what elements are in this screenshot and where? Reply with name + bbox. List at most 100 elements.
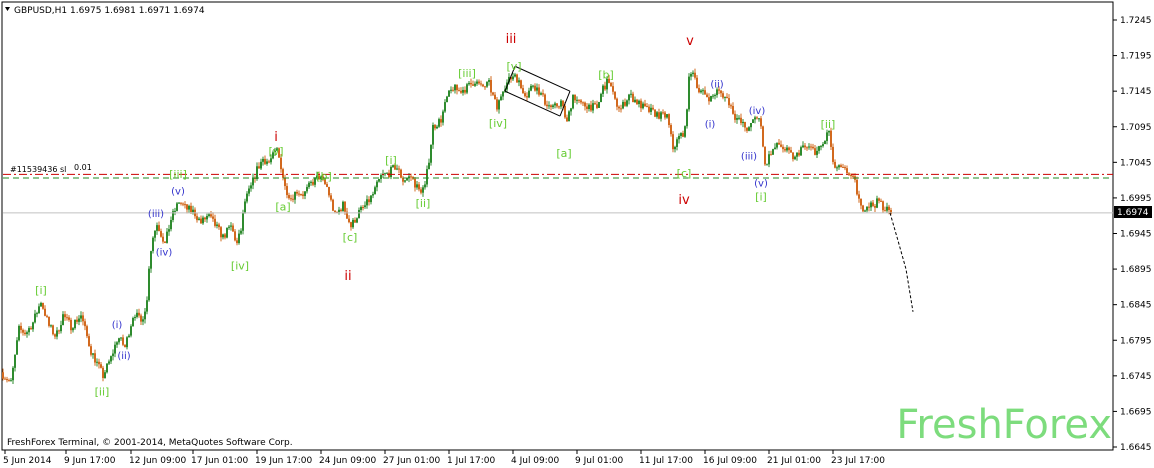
candle-body [134, 316, 136, 318]
candle-body [714, 95, 716, 97]
candle-body [862, 205, 864, 212]
candle-body [446, 96, 448, 103]
watermark-logo: FreshForex [896, 402, 1112, 448]
candle-body [712, 95, 714, 97]
candle-body [694, 72, 696, 78]
candle-body [690, 73, 692, 77]
candle-body [432, 124, 434, 145]
candle-body [36, 313, 38, 315]
candle-body [90, 346, 92, 355]
candle-body [154, 230, 156, 238]
candle-body [444, 102, 446, 112]
candle-body [146, 300, 148, 312]
candle-body [308, 182, 310, 188]
candle-body [594, 103, 596, 105]
candle-body [8, 380, 10, 382]
candle-body [116, 342, 118, 345]
candle-body [228, 226, 230, 228]
y-tick-label: 1.6695 [1120, 407, 1152, 417]
y-tick-label: 1.6845 [1120, 301, 1152, 311]
candle-body [6, 379, 8, 381]
wave-label: [iv] [231, 259, 249, 272]
candle-body [750, 122, 752, 128]
candle-body [576, 99, 578, 101]
candle-body [162, 236, 164, 242]
candle-body [338, 209, 340, 213]
candle-body [628, 94, 630, 101]
wave-label: [i] [755, 190, 767, 203]
candle-body [756, 117, 758, 119]
candle-body [334, 210, 336, 212]
candle-body [442, 111, 444, 123]
candle-body [786, 147, 788, 151]
candle-body [500, 96, 502, 101]
candle-body [76, 319, 78, 322]
candle-body [842, 166, 844, 168]
candle-body [778, 142, 780, 145]
candle-body [858, 194, 860, 199]
candle-body [618, 106, 620, 109]
candle-body [792, 152, 794, 160]
candle-body [708, 97, 710, 102]
x-tick-label: 23 Jul 17:00 [831, 456, 885, 466]
candle-body [52, 325, 54, 335]
candle-body [844, 167, 846, 169]
candle-body [788, 147, 790, 151]
candle-body [590, 104, 592, 111]
candle-body [840, 165, 842, 167]
y-tick-label: 1.6945 [1120, 230, 1152, 240]
candle-body [798, 152, 800, 156]
candle-body [474, 83, 476, 86]
price-chart[interactable]: [i][ii](i)(ii)(iii)(iv)[iii](v)[iv]i[v][… [0, 0, 1154, 468]
candle-body [484, 86, 486, 88]
candle-body [768, 154, 770, 165]
candle-body [664, 112, 666, 118]
y-tick-label: 1.7145 [1120, 87, 1152, 97]
candle-body [824, 140, 826, 145]
wave-label: (v) [171, 186, 185, 197]
candle-body [426, 169, 428, 185]
candle-body [106, 363, 108, 373]
candle-body [536, 87, 538, 91]
candle-body [830, 130, 832, 147]
wave-label: (iv) [156, 248, 173, 259]
candle-body [108, 361, 110, 364]
candle-body [438, 119, 440, 127]
candle-body [330, 195, 332, 200]
candle-body [582, 102, 584, 104]
candle-body [258, 166, 260, 169]
candle-body [210, 214, 212, 217]
candle-body [220, 227, 222, 238]
wave-label: [v] [506, 60, 521, 73]
candle-body [702, 90, 704, 92]
candle-body [436, 126, 438, 129]
candle-body [570, 108, 572, 112]
candle-body [56, 330, 58, 337]
candle-body [214, 218, 216, 226]
candle-body [246, 193, 248, 202]
candle-body [230, 225, 232, 227]
candle-body [734, 113, 736, 120]
candle-body [742, 121, 744, 124]
candle-body [372, 194, 374, 196]
candle-body [98, 361, 100, 365]
candle-body [196, 216, 198, 221]
candle-body [352, 219, 354, 228]
candle-body [566, 117, 568, 122]
candle-body [584, 102, 586, 107]
candle-body [70, 319, 72, 331]
x-tick-label: 24 Jun 09:00 [319, 456, 376, 466]
candle-body [46, 315, 48, 317]
candle-body [866, 206, 868, 211]
candle-body [636, 99, 638, 105]
candle-body [222, 234, 224, 238]
wave-label: [a] [556, 147, 571, 160]
candle-body [574, 94, 576, 101]
candle-body [578, 99, 580, 101]
candle-body [398, 168, 400, 170]
candle-body [122, 337, 124, 345]
chart-background [0, 0, 1154, 468]
candle-body [720, 90, 722, 94]
candle-body [572, 94, 574, 109]
candle-body [706, 94, 708, 98]
